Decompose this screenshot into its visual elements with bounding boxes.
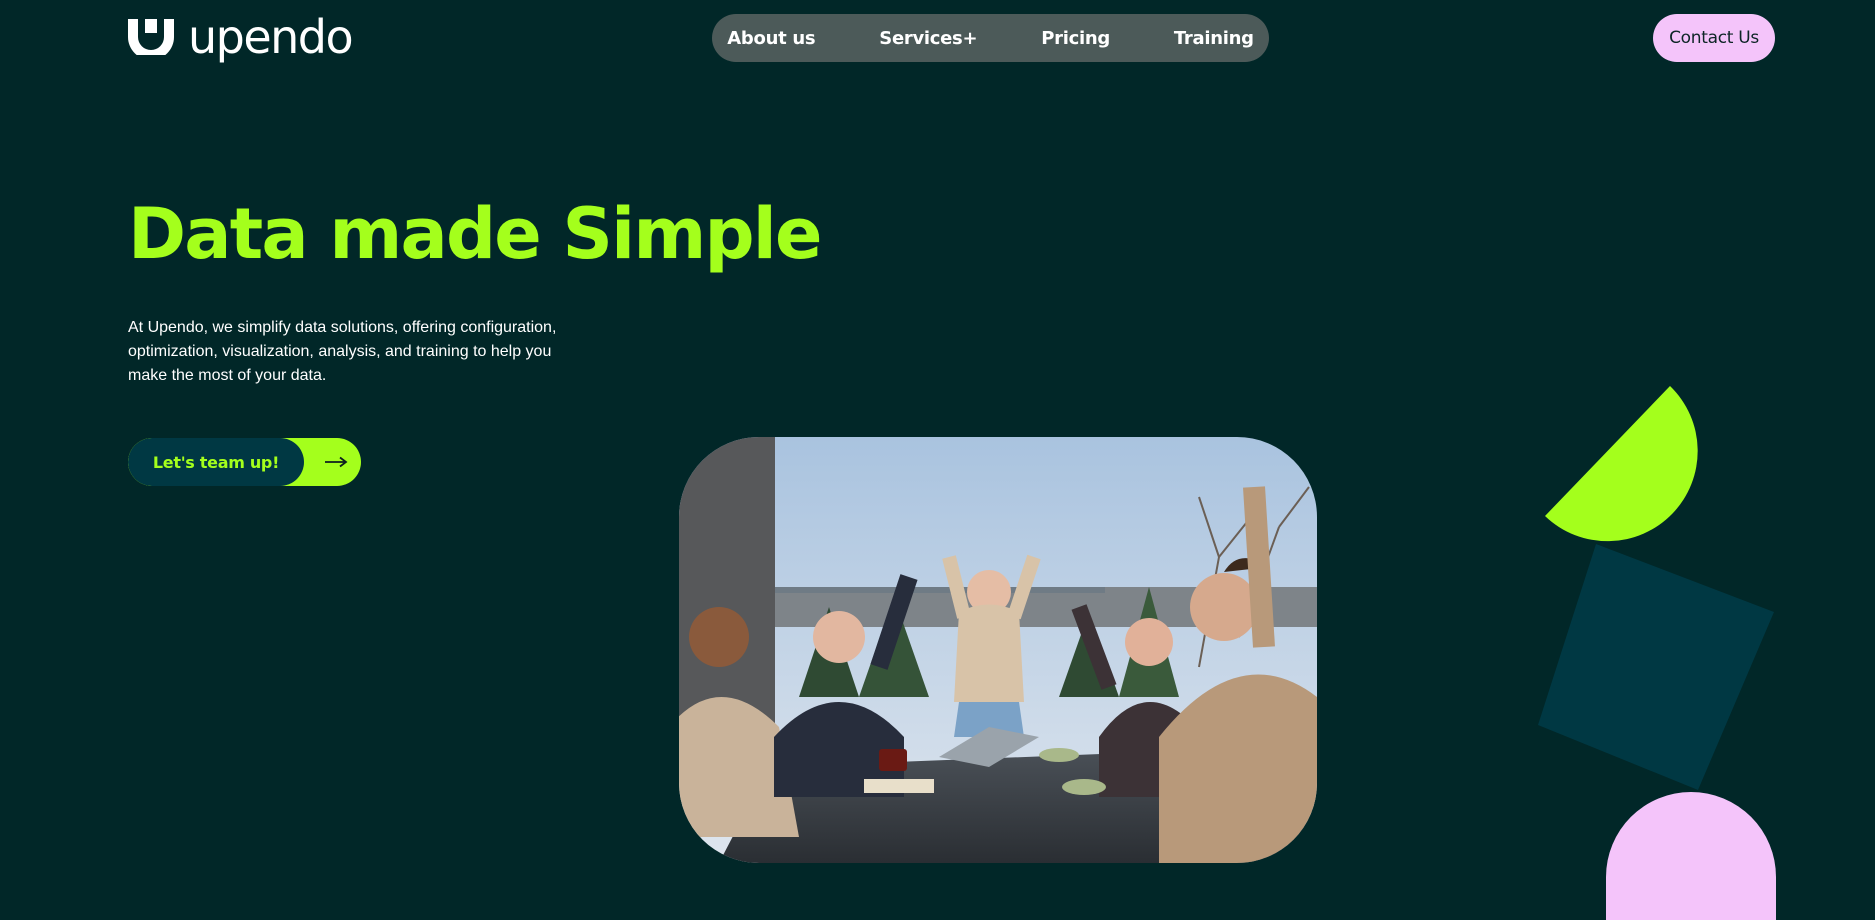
nav-training[interactable]: Training: [1142, 28, 1286, 49]
main-nav: About us Services+ Pricing Training: [712, 14, 1269, 62]
teal-diamond-shape: [1538, 544, 1774, 790]
page: upendo About us Services+ Pricing Traini…: [0, 0, 1875, 920]
lime-half-circle-shape: [1545, 386, 1698, 542]
team-up-label: Let's team up!: [152, 452, 280, 472]
hero-title: Data made Simple: [128, 193, 822, 275]
team-celebrating-photo: [679, 437, 1317, 863]
nav-services[interactable]: Services+: [847, 28, 1009, 49]
pink-arch-shape: [1606, 792, 1776, 920]
logo[interactable]: upendo: [128, 10, 354, 64]
team-up-label-pill: Let's team up!: [128, 438, 304, 486]
nav-pricing[interactable]: Pricing: [1009, 28, 1142, 49]
hero-description: At Upendo, we simplify data solutions, o…: [128, 319, 557, 384]
arrow-right-icon: [304, 456, 361, 468]
upendo-logo-icon: [128, 19, 174, 55]
contact-us-button[interactable]: Contact Us: [1653, 14, 1775, 62]
team-up-button[interactable]: Let's team up!: [128, 438, 361, 486]
logo-text: upendo: [188, 10, 354, 64]
nav-about-us[interactable]: About us: [695, 28, 847, 49]
